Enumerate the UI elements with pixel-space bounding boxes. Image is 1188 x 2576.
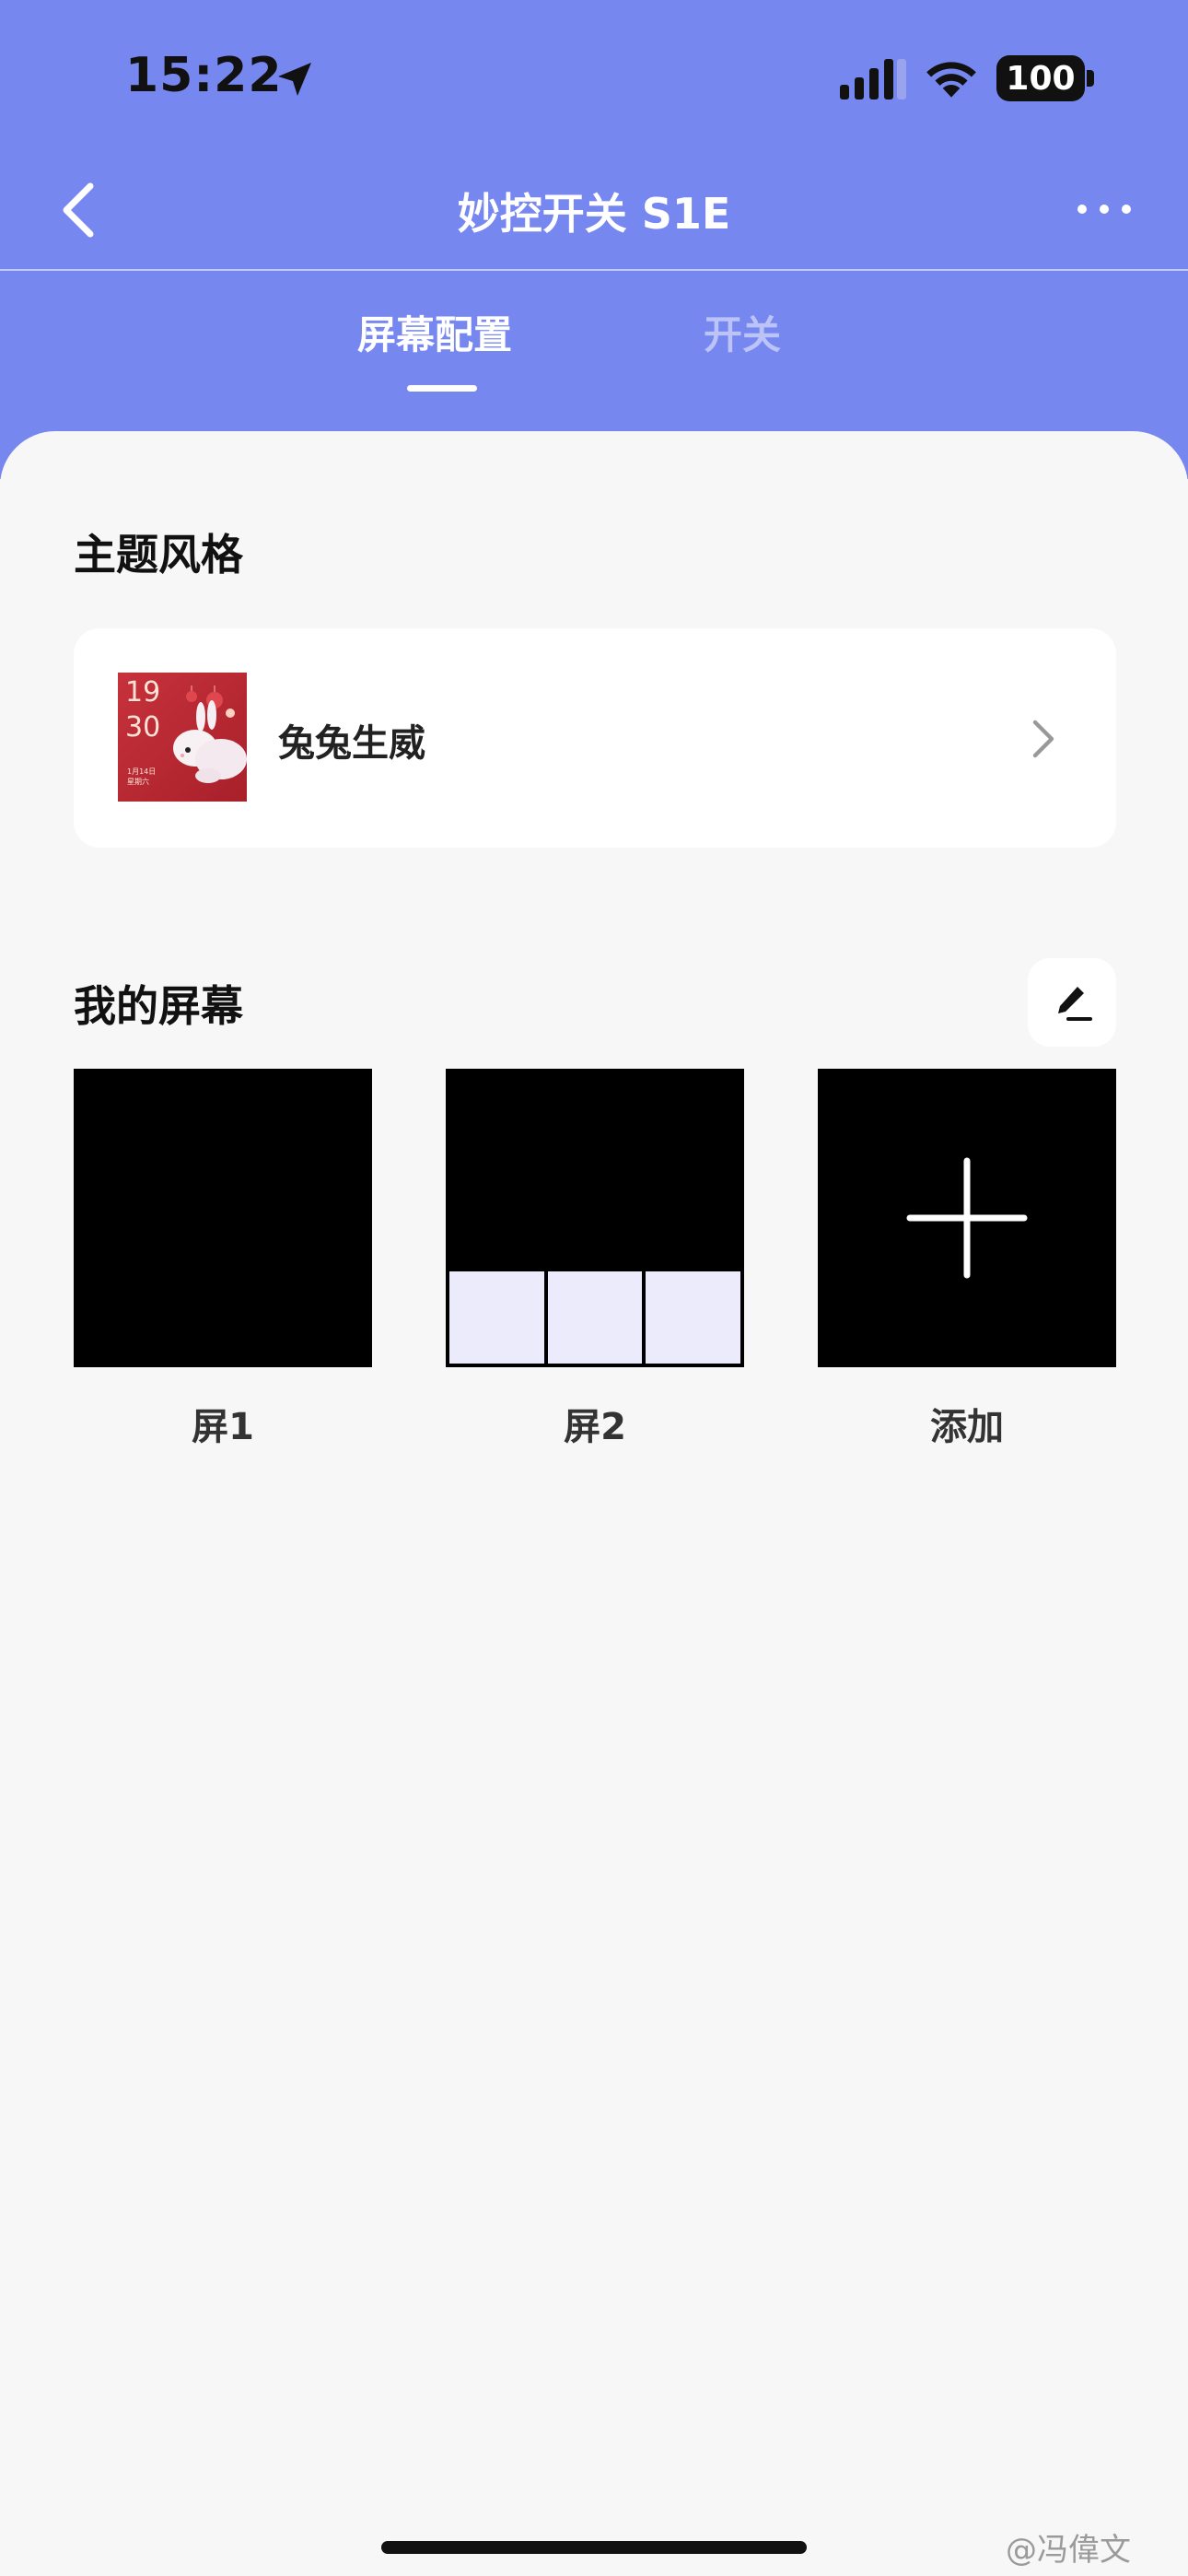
page-title: 妙控开关 S1E <box>457 189 731 239</box>
add-screen-label: 添加 <box>930 1406 1004 1448</box>
theme-section-title: 主题风格 <box>74 530 243 580</box>
battery-indicator: 100 <box>996 55 1085 101</box>
tab-active-indicator <box>407 385 477 392</box>
screen2-cell <box>449 1268 544 1364</box>
thumbnail-minute: 30 <box>125 711 161 744</box>
rabbit-illustration <box>173 685 247 783</box>
thumbnail-date: 1月14日 星期六 <box>127 767 156 787</box>
theme-thumbnail: 19 30 1月14日 星期六 <box>118 673 247 802</box>
theme-name: 兔兔生威 <box>278 722 425 765</box>
chevron-right-icon <box>1032 720 1054 758</box>
nav-divider <box>0 269 1188 271</box>
screen2-button-row <box>446 1268 744 1367</box>
battery-cap <box>1087 70 1094 87</box>
add-screen-tile[interactable] <box>818 1069 1116 1367</box>
wifi-icon <box>926 62 976 98</box>
screen-label-2: 屏2 <box>564 1406 626 1448</box>
pencil-icon <box>1058 987 1092 1021</box>
screen2-cell <box>642 1268 741 1364</box>
plus-icon <box>906 1157 1028 1279</box>
battery-level: 100 <box>1006 59 1076 98</box>
my-screens-title: 我的屏幕 <box>74 981 243 1031</box>
more-options-icon[interactable] <box>1074 193 1135 225</box>
edit-screens-button[interactable] <box>1028 958 1116 1047</box>
thumbnail-date-line2: 星期六 <box>127 778 149 786</box>
thumbnail-hour: 19 <box>125 676 161 708</box>
tab-switch[interactable]: 开关 <box>704 304 781 360</box>
location-arrow-icon <box>278 63 311 96</box>
screen2-cell <box>543 1268 643 1364</box>
status-time: 15:22 <box>125 48 283 103</box>
tab-screen-config[interactable]: 屏幕配置 <box>357 304 512 360</box>
cellular-signal-icon <box>840 59 906 100</box>
screen-tile-1[interactable] <box>74 1069 372 1367</box>
thumbnail-date-line1: 1月14日 <box>127 767 157 776</box>
watermark: @冯偉文 <box>1006 2532 1131 2569</box>
screen-tile-2[interactable] <box>446 1069 744 1367</box>
home-indicator <box>381 2541 807 2554</box>
screen-label-1: 屏1 <box>192 1406 254 1448</box>
